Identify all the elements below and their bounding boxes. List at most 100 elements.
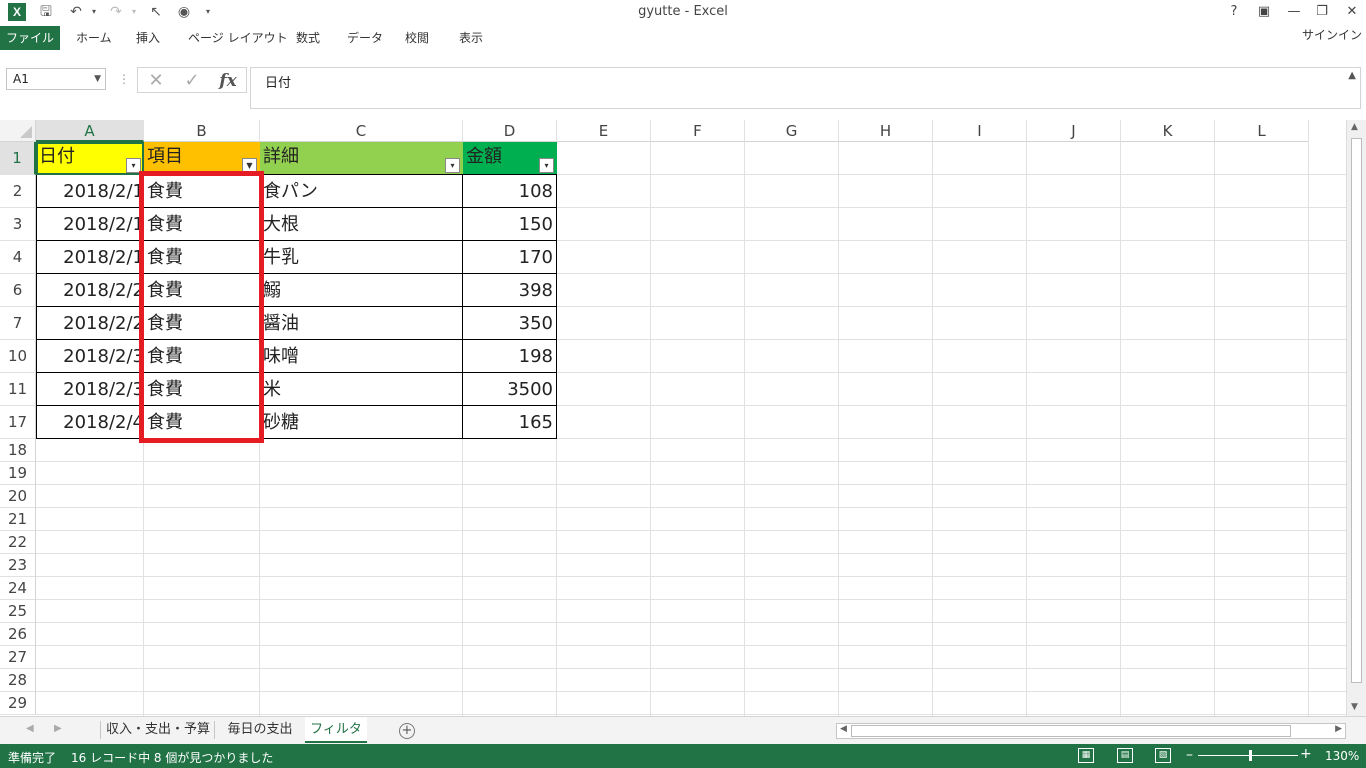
- prev-sheet-icon[interactable]: ◀: [26, 723, 34, 734]
- next-sheet-icon[interactable]: ▶: [54, 723, 62, 734]
- cell-detail[interactable]: 醤油: [260, 307, 463, 340]
- vertical-scroll-thumb[interactable]: [1351, 138, 1362, 683]
- tab-page-layout[interactable]: ページ レイアウト: [186, 26, 290, 50]
- scroll-right-icon[interactable]: ▶: [1335, 724, 1342, 734]
- name-box[interactable]: A1 ▼: [6, 68, 106, 90]
- row-header-27[interactable]: 27: [0, 646, 36, 669]
- cell-amount[interactable]: 3500: [463, 373, 557, 406]
- formula-input[interactable]: 日付 ▲: [250, 67, 1361, 109]
- row-header-26[interactable]: 26: [0, 623, 36, 646]
- cell-amount[interactable]: 198: [463, 340, 557, 373]
- row-header-3[interactable]: 3: [0, 208, 36, 241]
- collapse-formula-bar-icon[interactable]: ▲: [1348, 70, 1356, 81]
- column-header-d[interactable]: D: [463, 120, 557, 142]
- row-header-6[interactable]: 6: [0, 274, 36, 307]
- horizontal-scroll-thumb[interactable]: [851, 725, 1291, 737]
- column-header-j[interactable]: J: [1027, 120, 1121, 142]
- column-header-f[interactable]: F: [651, 120, 745, 142]
- cell-date[interactable]: 2018/2/1: [36, 241, 144, 274]
- row-header-19[interactable]: 19: [0, 462, 36, 485]
- vertical-scrollbar[interactable]: ▲ ▼: [1346, 120, 1366, 716]
- column-header-g[interactable]: G: [745, 120, 839, 142]
- cell-date[interactable]: 2018/2/4: [36, 406, 144, 439]
- zoom-slider-thumb[interactable]: [1249, 750, 1252, 761]
- minimize-icon[interactable]: —: [1282, 2, 1306, 22]
- close-icon[interactable]: ✕: [1340, 2, 1364, 22]
- row-header-4[interactable]: 4: [0, 241, 36, 274]
- page-layout-view-icon[interactable]: ▤: [1117, 748, 1133, 763]
- cell-date[interactable]: 2018/2/2: [36, 307, 144, 340]
- tab-file[interactable]: ファイル: [0, 26, 60, 50]
- cancel-icon[interactable]: ✕: [144, 70, 168, 92]
- scroll-down-icon[interactable]: ▼: [1351, 702, 1358, 712]
- cell-amount[interactable]: 170: [463, 241, 557, 274]
- filter-dropdown-icon[interactable]: ▾: [539, 158, 554, 173]
- row-header-17[interactable]: 17: [0, 406, 36, 439]
- scroll-up-icon[interactable]: ▲: [1351, 122, 1358, 132]
- zoom-out-icon[interactable]: –: [1186, 747, 1193, 763]
- sign-in-link[interactable]: サインイン: [1302, 26, 1362, 43]
- row-header-2[interactable]: 2: [0, 175, 36, 208]
- sheet-tab-filter[interactable]: フィルタ: [305, 717, 367, 743]
- horizontal-scrollbar[interactable]: ◀ ▶: [836, 723, 1346, 739]
- sheet-tab-daily[interactable]: 毎日の支出: [218, 717, 302, 743]
- zoom-level[interactable]: 130%: [1325, 749, 1359, 763]
- tab-insert[interactable]: 挿入: [134, 26, 162, 50]
- chevron-down-icon[interactable]: ▼: [94, 69, 101, 89]
- tab-view[interactable]: 表示: [457, 26, 485, 50]
- table-header-detail[interactable]: 詳細: [260, 142, 463, 175]
- enter-icon[interactable]: ✓: [180, 70, 204, 92]
- tab-review[interactable]: 校閲: [403, 26, 431, 50]
- cell-amount[interactable]: 350: [463, 307, 557, 340]
- restore-ribbon-icon[interactable]: ▣: [1252, 2, 1276, 22]
- row-header-18[interactable]: 18: [0, 439, 36, 462]
- row-header-24[interactable]: 24: [0, 577, 36, 600]
- cell-date[interactable]: 2018/2/1: [36, 208, 144, 241]
- cell-amount[interactable]: 150: [463, 208, 557, 241]
- column-header-i[interactable]: I: [933, 120, 1027, 142]
- column-header-l[interactable]: L: [1215, 120, 1309, 142]
- cell-detail[interactable]: 大根: [260, 208, 463, 241]
- tab-formulas[interactable]: 数式: [294, 26, 322, 50]
- column-header-c[interactable]: C: [260, 120, 463, 142]
- cell-amount[interactable]: 108: [463, 175, 557, 208]
- cell-date[interactable]: 2018/2/1: [36, 175, 144, 208]
- insert-function-icon[interactable]: fx: [216, 70, 240, 92]
- cell-detail[interactable]: 鰯: [260, 274, 463, 307]
- tab-data[interactable]: データ: [345, 26, 385, 50]
- column-header-a[interactable]: A: [36, 120, 144, 142]
- row-header-10[interactable]: 10: [0, 340, 36, 373]
- help-button[interactable]: ?: [1222, 2, 1246, 22]
- cell-detail[interactable]: 味噌: [260, 340, 463, 373]
- cell-detail[interactable]: 砂糖: [260, 406, 463, 439]
- row-header-29[interactable]: 29: [0, 692, 36, 715]
- add-sheet-icon[interactable]: +: [399, 723, 415, 739]
- tab-home[interactable]: ホーム: [74, 26, 114, 50]
- normal-view-icon[interactable]: ▦: [1078, 748, 1094, 763]
- row-header-1[interactable]: 1: [0, 142, 36, 175]
- sheet-tab-income[interactable]: 収入・支出・予算: [104, 717, 212, 743]
- row-header-23[interactable]: 23: [0, 554, 36, 577]
- cell-date[interactable]: 2018/2/2: [36, 274, 144, 307]
- restore-icon[interactable]: ❐: [1310, 2, 1334, 22]
- cell-date[interactable]: 2018/2/3: [36, 340, 144, 373]
- row-header-21[interactable]: 21: [0, 508, 36, 531]
- column-header-h[interactable]: H: [839, 120, 933, 142]
- cell-amount[interactable]: 398: [463, 274, 557, 307]
- zoom-slider[interactable]: [1198, 755, 1298, 756]
- cell-amount[interactable]: 165: [463, 406, 557, 439]
- cell-detail[interactable]: 米: [260, 373, 463, 406]
- row-header-7[interactable]: 7: [0, 307, 36, 340]
- column-header-b[interactable]: B: [144, 120, 260, 142]
- column-header-k[interactable]: K: [1121, 120, 1215, 142]
- row-header-28[interactable]: 28: [0, 669, 36, 692]
- row-header-25[interactable]: 25: [0, 600, 36, 623]
- column-header-e[interactable]: E: [557, 120, 651, 142]
- cell-detail[interactable]: 食パン: [260, 175, 463, 208]
- zoom-in-icon[interactable]: +: [1300, 746, 1312, 762]
- row-header-22[interactable]: 22: [0, 531, 36, 554]
- cell-date[interactable]: 2018/2/3: [36, 373, 144, 406]
- cell-detail[interactable]: 牛乳: [260, 241, 463, 274]
- select-all-button[interactable]: [0, 120, 36, 142]
- filter-dropdown-icon[interactable]: ▾: [445, 158, 460, 173]
